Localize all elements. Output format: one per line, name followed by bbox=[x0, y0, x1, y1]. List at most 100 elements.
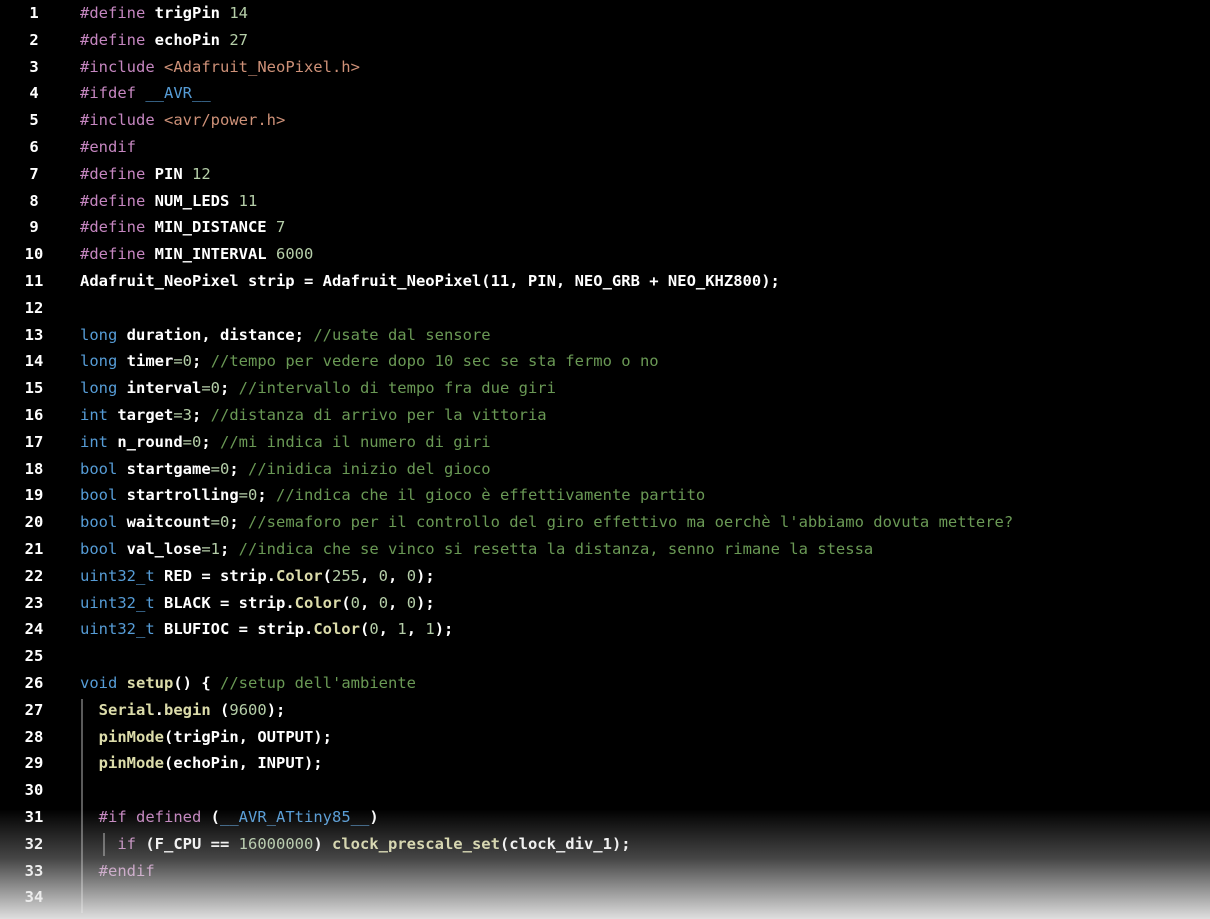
code-token: ; bbox=[257, 486, 276, 505]
code-token: //setup dell'ambiente bbox=[220, 674, 416, 692]
code-token: ; bbox=[201, 432, 220, 451]
code-token: ( bbox=[359, 620, 370, 639]
line-number: 27 bbox=[24, 700, 44, 719]
code-token: , bbox=[388, 593, 407, 612]
code-token: 0 bbox=[369, 620, 379, 639]
code-token: void bbox=[80, 674, 127, 692]
code-token: bool bbox=[80, 486, 127, 505]
code-token: Color bbox=[313, 620, 360, 639]
line-number: 6 bbox=[29, 138, 39, 156]
code-line[interactable]: 30 bbox=[0, 777, 1210, 803]
code-token: 14 bbox=[229, 4, 248, 22]
code-line[interactable]: 11 Adafruit_NeoPixel strip = Adafruit_Neo… bbox=[0, 268, 1210, 294]
code-token: val_lose bbox=[126, 540, 202, 558]
code-token: ( bbox=[341, 593, 351, 612]
code-line[interactable]: 22 uint32_t RED = strip.Color(255, 0, 0); bbox=[0, 563, 1210, 589]
indent-guide bbox=[81, 698, 83, 914]
line-number: 24 bbox=[24, 620, 44, 639]
code-line[interactable]: 9 #define MIN_DISTANCE 7 bbox=[0, 214, 1210, 240]
code-line[interactable]: 24 uint32_t BLUFIOC = strip.Color(0, 1, 1… bbox=[0, 616, 1210, 642]
code-line[interactable]: 12 bbox=[0, 295, 1210, 321]
code-token: NUM_LEDS bbox=[154, 191, 239, 210]
code-token: //tempo per vedere dopo 10 sec se sta fe… bbox=[210, 352, 659, 371]
code-line[interactable]: 19 bool startrolling=0; //indica che il g… bbox=[0, 482, 1210, 508]
code-line[interactable]: 18 bool startgame=0; //inidica inizio del… bbox=[0, 456, 1210, 482]
code-line[interactable]: 33 #endif bbox=[0, 858, 1210, 884]
code-line[interactable]: 6 #endif bbox=[0, 134, 1210, 160]
code-token: 7 bbox=[275, 218, 286, 237]
code-text: long duration, distance; //usate dal sen… bbox=[80, 322, 491, 348]
code-line[interactable]: 25 bbox=[0, 643, 1210, 669]
code-token: __AVR__ bbox=[145, 84, 211, 103]
code-text: uint32_t BLACK = strip.Color(0, 0, 0); bbox=[80, 590, 435, 616]
line-number: 23 bbox=[24, 593, 44, 612]
code-token: #define bbox=[80, 164, 155, 183]
code-token: =1 bbox=[201, 540, 220, 558]
line-number: 8 bbox=[29, 191, 39, 210]
code-token: , bbox=[388, 566, 407, 585]
code-text: bool startrolling=0; //indica che il gio… bbox=[80, 482, 705, 508]
code-line[interactable]: 27 Serial.begin (9600); bbox=[0, 697, 1210, 723]
line-number: 26 bbox=[24, 674, 44, 692]
code-token: duration, distance; bbox=[126, 325, 314, 344]
code-text: Serial.begin (9600); bbox=[80, 697, 286, 723]
code-token: <avr/power.h> bbox=[164, 111, 286, 130]
code-token: 16000000 bbox=[238, 834, 314, 853]
code-line[interactable]: 7 #define PIN 12 bbox=[0, 161, 1210, 187]
code-token: Adafruit_NeoPixel strip = Adafruit_NeoPi… bbox=[80, 272, 780, 290]
line-number: 7 bbox=[29, 164, 39, 183]
code-token: target bbox=[117, 406, 174, 424]
code-token: 255 bbox=[332, 566, 360, 585]
code-text: bool waitcount=0; //semaforo per il cont… bbox=[80, 509, 1013, 535]
code-line[interactable]: 28 pinMode(trigPin, OUTPUT); bbox=[0, 724, 1210, 750]
code-token: if bbox=[117, 834, 146, 853]
indent-guide bbox=[103, 832, 105, 856]
line-number: 3 bbox=[29, 57, 39, 76]
code-token: =0 bbox=[182, 432, 202, 451]
code-line[interactable]: 10 #define MIN_INTERVAL 6000 bbox=[0, 241, 1210, 267]
code-token: interval bbox=[126, 379, 202, 398]
line-number: 1 bbox=[29, 4, 39, 22]
code-line[interactable]: 1 #define trigPin 14 bbox=[0, 0, 1210, 26]
code-token: ); bbox=[416, 593, 435, 612]
code-token: 0 bbox=[406, 593, 417, 612]
code-line[interactable]: 23 uint32_t BLACK = strip.Color(0, 0, 0); bbox=[0, 590, 1210, 616]
code-text: int n_round=0; //mi indica il numero di … bbox=[80, 429, 491, 455]
code-token: <Adafruit_NeoPixel.h> bbox=[164, 57, 360, 76]
line-number: 31 bbox=[24, 808, 44, 826]
code-line[interactable]: 2 #define echoPin 27 bbox=[0, 27, 1210, 53]
code-token: =0 bbox=[238, 486, 258, 505]
code-line[interactable]: 16 int target=3; //distanza di arrivo per… bbox=[0, 402, 1210, 428]
code-token: //inidica inizio del gioco bbox=[248, 459, 491, 478]
code-token: ; bbox=[229, 513, 249, 532]
code-token: 6000 bbox=[275, 245, 314, 264]
code-token: bool bbox=[80, 540, 127, 558]
code-line[interactable]: 5 #include <avr/power.h> bbox=[0, 107, 1210, 133]
code-token: (echoPin, INPUT); bbox=[164, 754, 323, 773]
code-line[interactable]: 15 long interval=0; //intervallo di tempo… bbox=[0, 375, 1210, 401]
code-line[interactable]: 17 int n_round=0; //mi indica il numero d… bbox=[0, 429, 1210, 455]
code-line[interactable]: 4 #ifdef __AVR__ bbox=[0, 80, 1210, 106]
code-line[interactable]: 31 #if defined (__AVR_ATtiny85__) bbox=[0, 804, 1210, 830]
code-line[interactable]: 13 long duration, distance; //usate dal s… bbox=[0, 322, 1210, 348]
code-text: #endif bbox=[80, 858, 155, 884]
code-line[interactable]: 34 bbox=[0, 884, 1210, 910]
code-line[interactable]: 14 long timer=0; //tempo per vedere dopo … bbox=[0, 348, 1210, 374]
line-number: 25 bbox=[24, 647, 44, 666]
code-editor[interactable]: 1 #define trigPin 14 2 #define echoPin 27 3 #… bbox=[0, 0, 1210, 919]
code-token: ) bbox=[313, 834, 332, 853]
code-token: timer bbox=[126, 352, 174, 371]
code-line[interactable]: 26 void setup() { //setup dell'ambiente bbox=[0, 670, 1210, 696]
code-token: 1 bbox=[425, 620, 435, 639]
code-token: =0 bbox=[201, 379, 220, 398]
line-number: 10 bbox=[24, 245, 44, 264]
code-line[interactable]: 3 #include <Adafruit_NeoPixel.h> bbox=[0, 54, 1210, 80]
code-line[interactable]: 29 pinMode(echoPin, INPUT); bbox=[0, 750, 1210, 776]
code-token: ; bbox=[192, 406, 211, 424]
code-line[interactable]: 20 bool waitcount=0; //semaforo per il co… bbox=[0, 509, 1210, 535]
code-line[interactable]: 21 bool val_lose=1; //indica che se vinco… bbox=[0, 536, 1210, 562]
line-number: 13 bbox=[24, 325, 44, 344]
code-token: ( bbox=[210, 808, 220, 826]
code-line[interactable]: 8 #define NUM_LEDS 11 bbox=[0, 188, 1210, 214]
code-line[interactable]: 32 if (F_CPU == 16000000) clock_prescale… bbox=[0, 831, 1210, 857]
